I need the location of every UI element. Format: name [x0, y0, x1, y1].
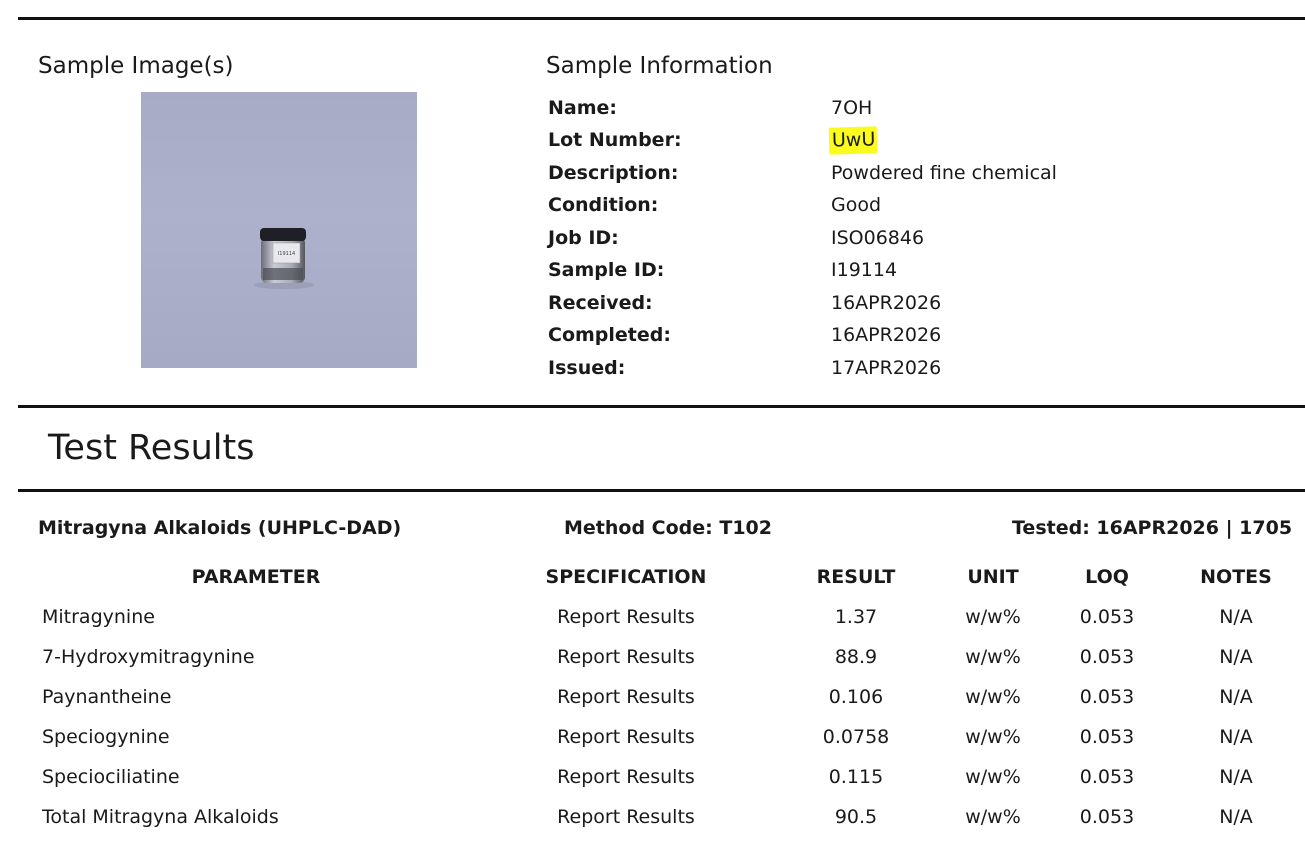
lot-number-label: Lot Number: — [548, 129, 682, 151]
specification-cell: Report Results — [557, 766, 695, 788]
description-label: Description: — [548, 162, 679, 184]
notes-cell: N/A — [1219, 686, 1253, 708]
lot-number-value: UwU — [828, 126, 878, 155]
sample-id-value: I19114 — [831, 259, 898, 281]
received-value: 16APR2026 — [831, 292, 942, 314]
result-cell: 1.37 — [834, 606, 878, 628]
description-value: Powdered fine chemical — [831, 162, 1057, 184]
name-label: Name: — [548, 97, 618, 119]
loq-cell: 0.053 — [1079, 806, 1135, 828]
completed-value: 16APR2026 — [831, 324, 942, 346]
completed-label: Completed: — [548, 324, 671, 346]
specification-cell: Report Results — [557, 806, 695, 828]
issued-label: Issued: — [548, 357, 626, 379]
parameter-cell: Speciociliatine — [42, 766, 180, 788]
notes-cell: N/A — [1219, 726, 1253, 748]
specification-cell: Report Results — [557, 726, 695, 748]
issued-value: 17APR2026 — [831, 357, 942, 379]
unit-cell: w/w% — [965, 646, 1021, 668]
parameter-cell: Mitragynine — [42, 606, 155, 628]
tested-datetime: Tested: 16APR2026 | 1705 — [1012, 517, 1293, 539]
unit-cell: w/w% — [965, 686, 1021, 708]
unit-cell: w/w% — [965, 806, 1021, 828]
table-row: Total Mitragyna Alkaloids Report Results… — [0, 806, 1305, 846]
unit-cell: w/w% — [965, 606, 1021, 628]
method-code: Method Code: T102 — [564, 517, 772, 539]
loq-cell: 0.053 — [1079, 686, 1135, 708]
col-header-unit: UNIT — [967, 566, 1019, 588]
parameter-cell: Speciogynine — [42, 726, 170, 748]
table-row: Speciogynine Report Results 0.0758 w/w% … — [0, 726, 1305, 766]
notes-cell: N/A — [1219, 806, 1253, 828]
table-row: Mitragynine Report Results 1.37 w/w% 0.0… — [0, 606, 1305, 646]
job-id-label: Job ID: — [548, 227, 619, 249]
result-cell: 0.0758 — [822, 726, 890, 748]
result-cell: 90.5 — [834, 806, 878, 828]
sample-images-heading: Sample Image(s) — [38, 53, 234, 79]
specification-cell: Report Results — [557, 606, 695, 628]
sample-id-label: Sample ID: — [548, 259, 665, 281]
test-results-heading: Test Results — [48, 428, 255, 468]
condition-label: Condition: — [548, 194, 659, 216]
loq-cell: 0.053 — [1079, 606, 1135, 628]
method-section-title: Mitragyna Alkaloids (UHPLC-DAD) — [38, 517, 402, 539]
table-row: Speciociliatine Report Results 0.115 w/w… — [0, 766, 1305, 806]
parameter-cell: Total Mitragyna Alkaloids — [42, 806, 279, 828]
loq-cell: 0.053 — [1079, 646, 1135, 668]
parameter-cell: 7-Hydroxymitragynine — [42, 646, 255, 668]
received-label: Received: — [548, 292, 653, 314]
sample-photo: I19114 — [141, 92, 417, 368]
table-row: 7-Hydroxymitragynine Report Results 88.9… — [0, 646, 1305, 686]
loq-cell: 0.053 — [1079, 766, 1135, 788]
table-row: Paynantheine Report Results 0.106 w/w% 0… — [0, 686, 1305, 726]
result-cell: 0.106 — [828, 686, 884, 708]
unit-cell: w/w% — [965, 726, 1021, 748]
vial-label-text: I19114 — [278, 251, 295, 257]
section-divider — [18, 405, 1305, 408]
notes-cell: N/A — [1219, 766, 1253, 788]
result-cell: 88.9 — [834, 646, 878, 668]
name-value: 7OH — [831, 97, 873, 119]
result-cell: 0.115 — [828, 766, 884, 788]
notes-cell: N/A — [1219, 646, 1253, 668]
notes-cell: N/A — [1219, 606, 1253, 628]
specification-cell: Report Results — [557, 686, 695, 708]
col-header-loq: LOQ — [1085, 566, 1129, 588]
col-header-parameter: PARAMETER — [191, 566, 321, 588]
condition-value: Good — [831, 194, 882, 216]
sample-info-heading: Sample Information — [546, 53, 773, 79]
results-divider — [18, 489, 1305, 492]
col-header-notes: NOTES — [1200, 566, 1272, 588]
unit-cell: w/w% — [965, 766, 1021, 788]
parameter-cell: Paynantheine — [42, 686, 172, 708]
specification-cell: Report Results — [557, 646, 695, 668]
loq-cell: 0.053 — [1079, 726, 1135, 748]
top-divider — [18, 17, 1305, 20]
col-header-result: RESULT — [816, 566, 896, 588]
job-id-value: ISO06846 — [831, 227, 925, 249]
col-header-specification: SPECIFICATION — [545, 566, 707, 588]
sample-vial-image: I19114 — [254, 228, 314, 289]
